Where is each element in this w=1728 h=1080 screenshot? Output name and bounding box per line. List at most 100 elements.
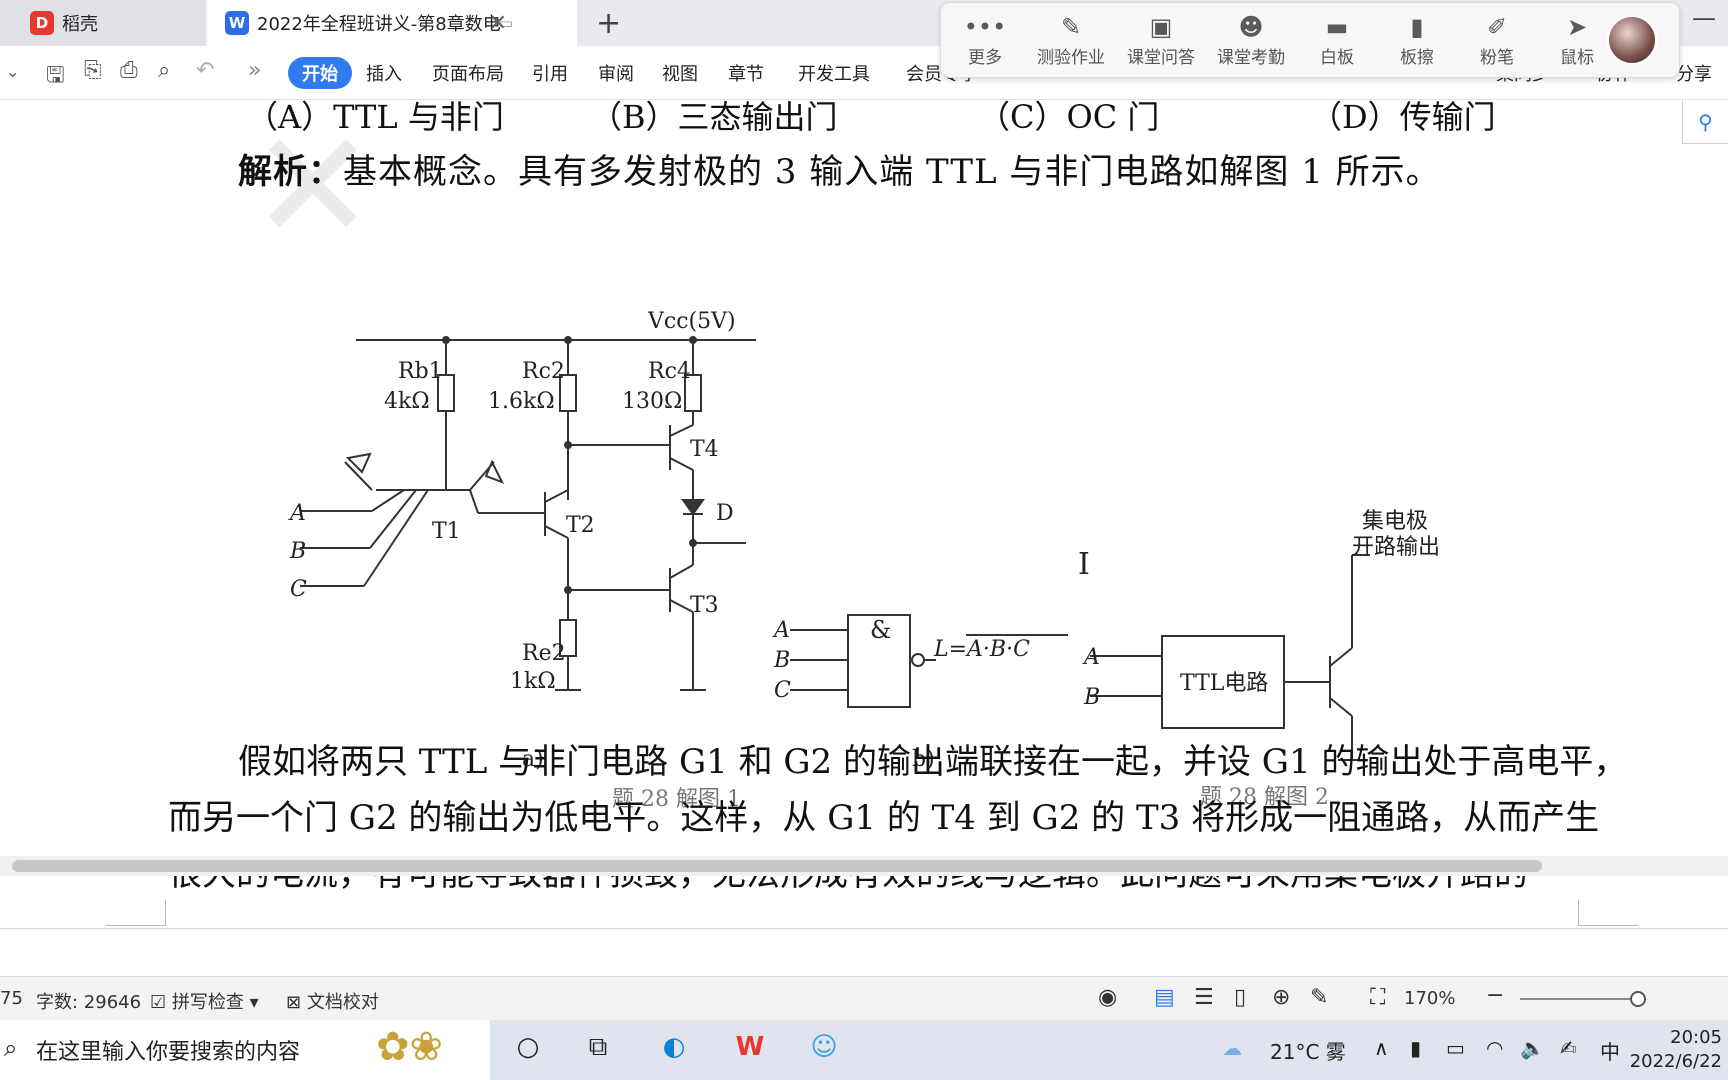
label-gate-input-c: C — [774, 678, 791, 703]
label-re2-value: 1kΩ — [510, 669, 556, 694]
weather-text[interactable]: 21°C 雾 — [1270, 1036, 1346, 1065]
label-vcc: Vcc(5V) — [647, 309, 736, 334]
menu-layout[interactable]: 页面布局 — [432, 60, 504, 86]
page-corner-left — [106, 900, 166, 926]
label-gate-input-b: B — [773, 648, 790, 673]
outline-view-icon[interactable]: ☰ — [1194, 985, 1214, 1010]
tab-label: 2022年全程班讲义-第8章数电 — [257, 14, 501, 35]
label-rc2: Rc2 — [522, 359, 565, 384]
attendance-button[interactable]: ☻ 课堂考勤 — [1205, 13, 1297, 68]
avatar[interactable] — [1607, 15, 1657, 65]
label-d: D — [716, 501, 734, 526]
zoom-out-icon[interactable]: − — [1486, 983, 1504, 1008]
horizontal-scrollbar[interactable] — [0, 856, 1728, 876]
word-count[interactable]: 字数: 29646 — [36, 988, 141, 1014]
spell-check-button[interactable]: ☑ 拼写检查 ▾ — [150, 988, 259, 1014]
export-icon[interactable]: ⎘ — [84, 58, 102, 83]
pen-mode-icon[interactable]: ✎ — [1310, 985, 1328, 1010]
wifi-icon[interactable]: ◠ — [1486, 1036, 1503, 1060]
minimize-icon[interactable]: — — [1692, 4, 1716, 32]
save-icon[interactable]: 🖫 — [46, 58, 65, 96]
tray-chevron-icon[interactable]: ∧ — [1374, 1036, 1389, 1060]
label-open-collector-1: 集电极 — [1362, 509, 1428, 534]
web-view-icon[interactable]: ⊕ — [1272, 985, 1290, 1010]
zoom-level[interactable]: 170% — [1404, 988, 1455, 1009]
weather-icon: ☁ — [1222, 1036, 1242, 1060]
zoom-slider-knob[interactable] — [1630, 991, 1646, 1007]
analysis-line: 解析：基本概念。具有多发射极的 3 输入端 TTL 与非门电路如解图 1 所示。 — [238, 144, 1441, 193]
pen-tray-icon[interactable]: ✍ — [1560, 1036, 1577, 1060]
label-rb1-value: 4kΩ — [384, 389, 430, 414]
circuit-figures: Vcc(5V) Rb1 4kΩ Rc2 1.6kΩ Rc4 130Ω Re2 1… — [288, 309, 1440, 812]
tab-document[interactable]: W 2022年全程班讲义-第8章数电 ▭ ✕ — [207, 0, 577, 46]
wps-icon[interactable]: W — [730, 1032, 770, 1068]
menu-review[interactable]: 审阅 — [598, 60, 634, 86]
cursor-icon: ➤ — [1566, 13, 1588, 41]
pen-icon: ✎ — [1060, 13, 1082, 41]
scroll-thumb[interactable] — [12, 860, 1542, 872]
status-bar: 75 字数: 29646 ☑ 拼写检查 ▾ ⊠ 文档校对 ◉ ▤ ☰ ▯ ⊕ ✎… — [0, 976, 1728, 1020]
fit-page-icon[interactable]: ⛶ — [1370, 985, 1385, 1010]
paragraph-line-1: 假如将两只 TTL 与非门电路 G1 和 G2 的输出端联接在一起，并设 G1 … — [238, 742, 1628, 782]
close-icon[interactable]: ✕ — [489, 11, 507, 36]
page-indicator[interactable]: 75 — [0, 988, 23, 1009]
menu-developer[interactable]: 开发工具 — [798, 60, 870, 86]
qa-button[interactable]: ▣ 课堂问答 — [1115, 13, 1207, 68]
more-button[interactable]: ••• 更多 — [945, 13, 1025, 68]
chevron-down-icon[interactable]: ⌄ — [6, 62, 19, 81]
mouse-button[interactable]: ➤ 鼠标 — [1537, 13, 1617, 68]
print-preview-icon[interactable]: ⌕ — [158, 58, 170, 83]
label-rb1: Rb1 — [398, 359, 443, 384]
qa-icon: ▣ — [1149, 13, 1173, 41]
menu-insert[interactable]: 插入 — [366, 60, 402, 86]
menu-view[interactable]: 视图 — [662, 60, 698, 86]
label-t3: T3 — [690, 593, 719, 618]
doc-proof-button[interactable]: ⊠ 文档校对 — [286, 988, 379, 1014]
print-icon[interactable]: ⎙ — [120, 58, 138, 83]
label-ttl-box: TTL电路 — [1180, 671, 1268, 696]
proof-icon: ⊠ — [286, 992, 302, 1013]
paragraph-line-2: 而另一个门 G2 的输出为低电平。这样，从 G1 的 T4 到 G2 的 T3 … — [168, 798, 1600, 838]
label-t2: T2 — [566, 513, 595, 538]
quiz-button[interactable]: ✎ 测验作业 — [1025, 13, 1117, 68]
checkbox-icon: ☑ — [150, 992, 167, 1013]
edge-icon[interactable]: ◐ — [654, 1032, 694, 1068]
document-area[interactable]: ✕ ⚲ （A）TTL 与非门 （B）三态输出门 （C）OC 门 （D）传输门 解… — [0, 100, 1728, 956]
label-rc4-value: 130Ω — [622, 389, 682, 414]
zoom-slider[interactable] — [1520, 991, 1646, 1007]
eraser-button[interactable]: ▮ 板擦 — [1377, 13, 1457, 68]
battery-icon[interactable]: ▭ — [1446, 1036, 1465, 1060]
option-d: （D）传输门 — [1310, 100, 1496, 136]
new-tab-icon[interactable]: + — [596, 6, 621, 41]
ime-indicator[interactable]: 中 — [1600, 1036, 1620, 1065]
eraser-icon: ▮ — [1410, 13, 1424, 41]
label-fig2-input-b: B — [1083, 685, 1100, 710]
label-gate-symbol: & — [870, 616, 891, 644]
chalk-button[interactable]: ✐ 粉笔 — [1457, 13, 1537, 68]
whiteboard-button[interactable]: ▬ 白板 — [1297, 13, 1377, 68]
more-icon: ••• — [963, 13, 1007, 41]
volume-icon[interactable]: 🔈 — [1520, 1036, 1545, 1060]
label-re2: Re2 — [522, 641, 566, 666]
location-pin-icon[interactable]: ⚲ — [1682, 100, 1728, 144]
page-view-icon[interactable]: ▤ — [1154, 985, 1175, 1010]
clock[interactable]: 20:05 2022/6/22 — [1630, 1026, 1722, 1074]
menu-chapter[interactable]: 章节 — [728, 60, 764, 86]
undo-icon[interactable]: ↶ — [196, 58, 214, 83]
taskbar-search[interactable]: ⌕ 在这里输入你要搜索的内容 ✿❀ — [0, 1020, 490, 1080]
taskbar: ⌕ 在这里输入你要搜索的内容 ✿❀ ○ ⧉ ◐ W ☺ ☁ 21°C 雾 ∧ ▮… — [0, 1020, 1728, 1080]
task-view-icon[interactable]: ⧉ — [578, 1032, 618, 1068]
microphone-icon[interactable]: ▮ — [1410, 1036, 1421, 1060]
live-app-icon[interactable]: ☺ — [804, 1032, 844, 1068]
tab-daoke[interactable]: D 稻壳 — [0, 0, 205, 46]
reading-view-icon[interactable]: ▯ — [1234, 985, 1246, 1010]
more-arrows-icon[interactable]: » — [248, 58, 261, 83]
menu-references[interactable]: 引用 — [532, 60, 568, 86]
cortana-icon[interactable]: ○ — [508, 1032, 548, 1068]
flowers-decoration-icon: ✿❀ — [376, 1024, 444, 1070]
chalk-icon: ✐ — [1486, 13, 1508, 41]
label-open-collector-2: 开路输出 — [1352, 535, 1440, 560]
menu-share[interactable]: 分享 — [1676, 60, 1712, 86]
tab-start[interactable]: 开始 — [288, 57, 352, 89]
eye-icon[interactable]: ◉ — [1098, 985, 1117, 1010]
